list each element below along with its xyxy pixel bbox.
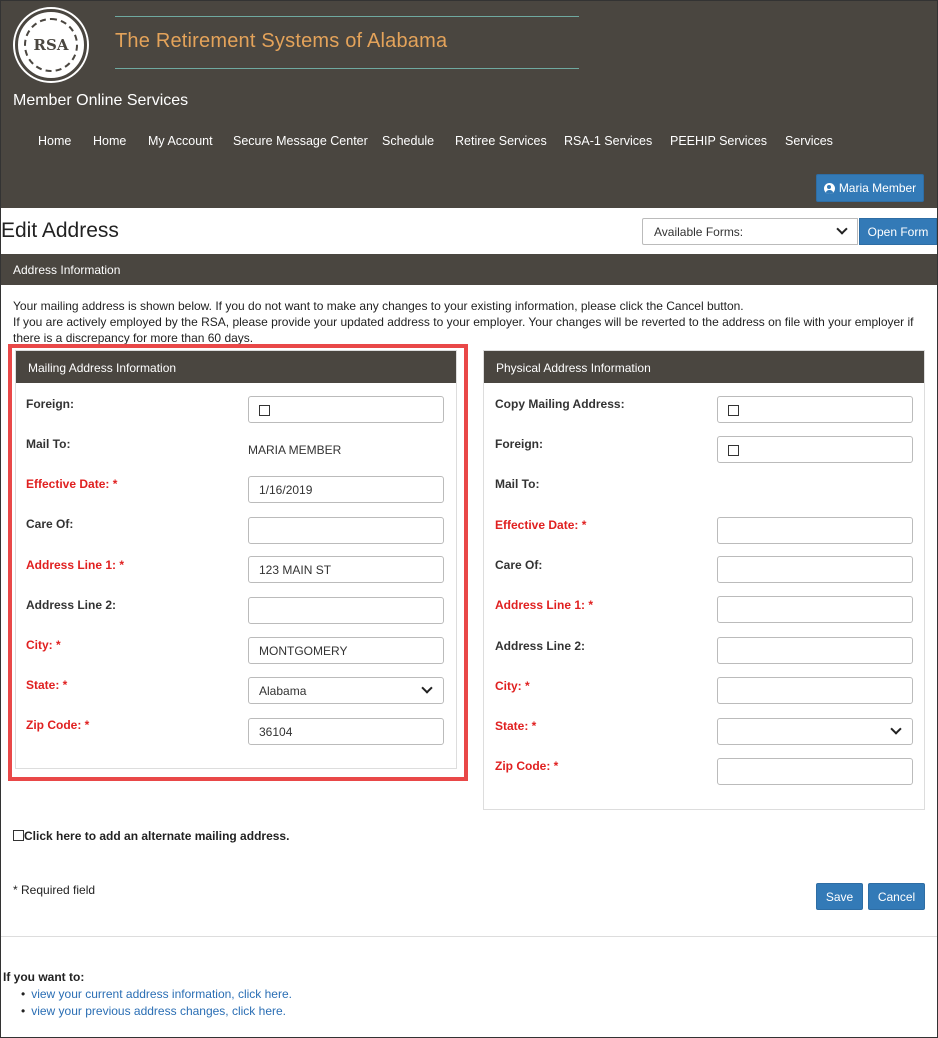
intro-text: Your mailing address is shown below. If … [13,298,929,344]
user-circle-icon [823,182,835,194]
open-form-button[interactable]: Open Form [859,218,937,245]
user-menu-button[interactable]: Maria Member [816,174,924,202]
physical-mail-to-label: Mail To: [495,477,540,491]
alternate-address-label: Click here to add an alternate mailing a… [24,829,290,843]
mailing-address-highlight [8,344,468,781]
brand-divider-bottom [115,68,579,69]
link-previous-address-changes-text: view your previous address changes, clic… [31,1004,286,1018]
footer-divider [1,936,937,937]
rsa-logo-text: RSA [24,18,78,72]
physical-copy-checkbox[interactable] [728,405,739,416]
section-header-address-information: Address Information [1,254,937,285]
physical-address1-input[interactable] [717,596,913,623]
available-forms-select[interactable]: Available Forms: [642,218,858,245]
physical-zip-input[interactable] [717,758,913,785]
physical-state-label: State: * [495,719,537,733]
physical-address2-label: Address Line 2: [495,639,586,653]
physical-care-of-input[interactable] [717,556,913,583]
save-button[interactable]: Save [816,883,863,910]
link-current-address[interactable]: • view your current address information, … [21,987,292,1001]
user-name: Maria Member [838,181,917,195]
physical-city-input[interactable] [717,677,913,704]
intro-line-2: If you are actively employed by the RSA,… [13,315,914,344]
nav-item-retiree-services[interactable]: Retiree Services [455,134,547,148]
nav-item-home-2[interactable]: Home [93,134,126,148]
alternate-address-option[interactable]: Click here to add an alternate mailing a… [13,829,289,843]
physical-copy-label: Copy Mailing Address: [495,397,625,411]
physical-care-of-label: Care Of: [495,558,543,572]
alternate-address-checkbox[interactable] [13,830,24,841]
physical-copy-field [717,396,913,423]
nav-item-secure-message-center[interactable]: Secure Message Center [233,134,368,148]
nav-item-home[interactable]: Home [38,134,71,148]
intro-line-1: Your mailing address is shown below. If … [13,299,744,313]
link-current-address-text: view your current address information, c… [31,987,292,1001]
chevron-down-icon [890,723,902,735]
physical-foreign-field [717,436,913,463]
physical-foreign-label: Foreign: [495,437,543,451]
nav-item-my-account[interactable]: My Account [148,134,213,148]
physical-address-panel: Physical Address Information Copy Mailin… [483,350,925,810]
physical-address1-label: Address Line 1: * [495,598,594,612]
site-subtitle: Member Online Services [13,92,189,109]
brand-divider-top [115,16,579,17]
nav-item-rsa1-services[interactable]: RSA-1 Services [564,134,652,148]
required-field-note: * Required field [13,883,96,897]
physical-foreign-checkbox[interactable] [728,445,739,456]
physical-city-label: City: * [495,679,530,693]
page-title: Edit Address [1,219,119,242]
available-forms-value: Available Forms: [654,225,744,239]
physical-effective-date-label: Effective Date: * [495,518,587,532]
nav-item-peehip-services[interactable]: PEEHIP Services [670,134,767,148]
physical-zip-label: Zip Code: * [495,759,559,773]
footer-heading: If you want to: [3,970,85,984]
physical-address-title: Physical Address Information [484,351,924,383]
rsa-logo[interactable]: RSA [15,9,87,81]
chevron-down-icon [836,223,848,235]
physical-address2-input[interactable] [717,637,913,664]
site-header: RSA The Retirement Systems of Alabama Me… [1,1,937,208]
brand-title: The Retirement Systems of Alabama [115,30,448,52]
physical-state-select[interactable] [717,718,913,745]
link-previous-address-changes[interactable]: • view your previous address changes, cli… [21,1004,286,1018]
nav-item-services[interactable]: Services [785,134,833,148]
cancel-button[interactable]: Cancel [868,883,925,910]
physical-effective-date-input[interactable] [717,517,913,544]
nav-item-schedule[interactable]: Schedule [382,134,434,148]
